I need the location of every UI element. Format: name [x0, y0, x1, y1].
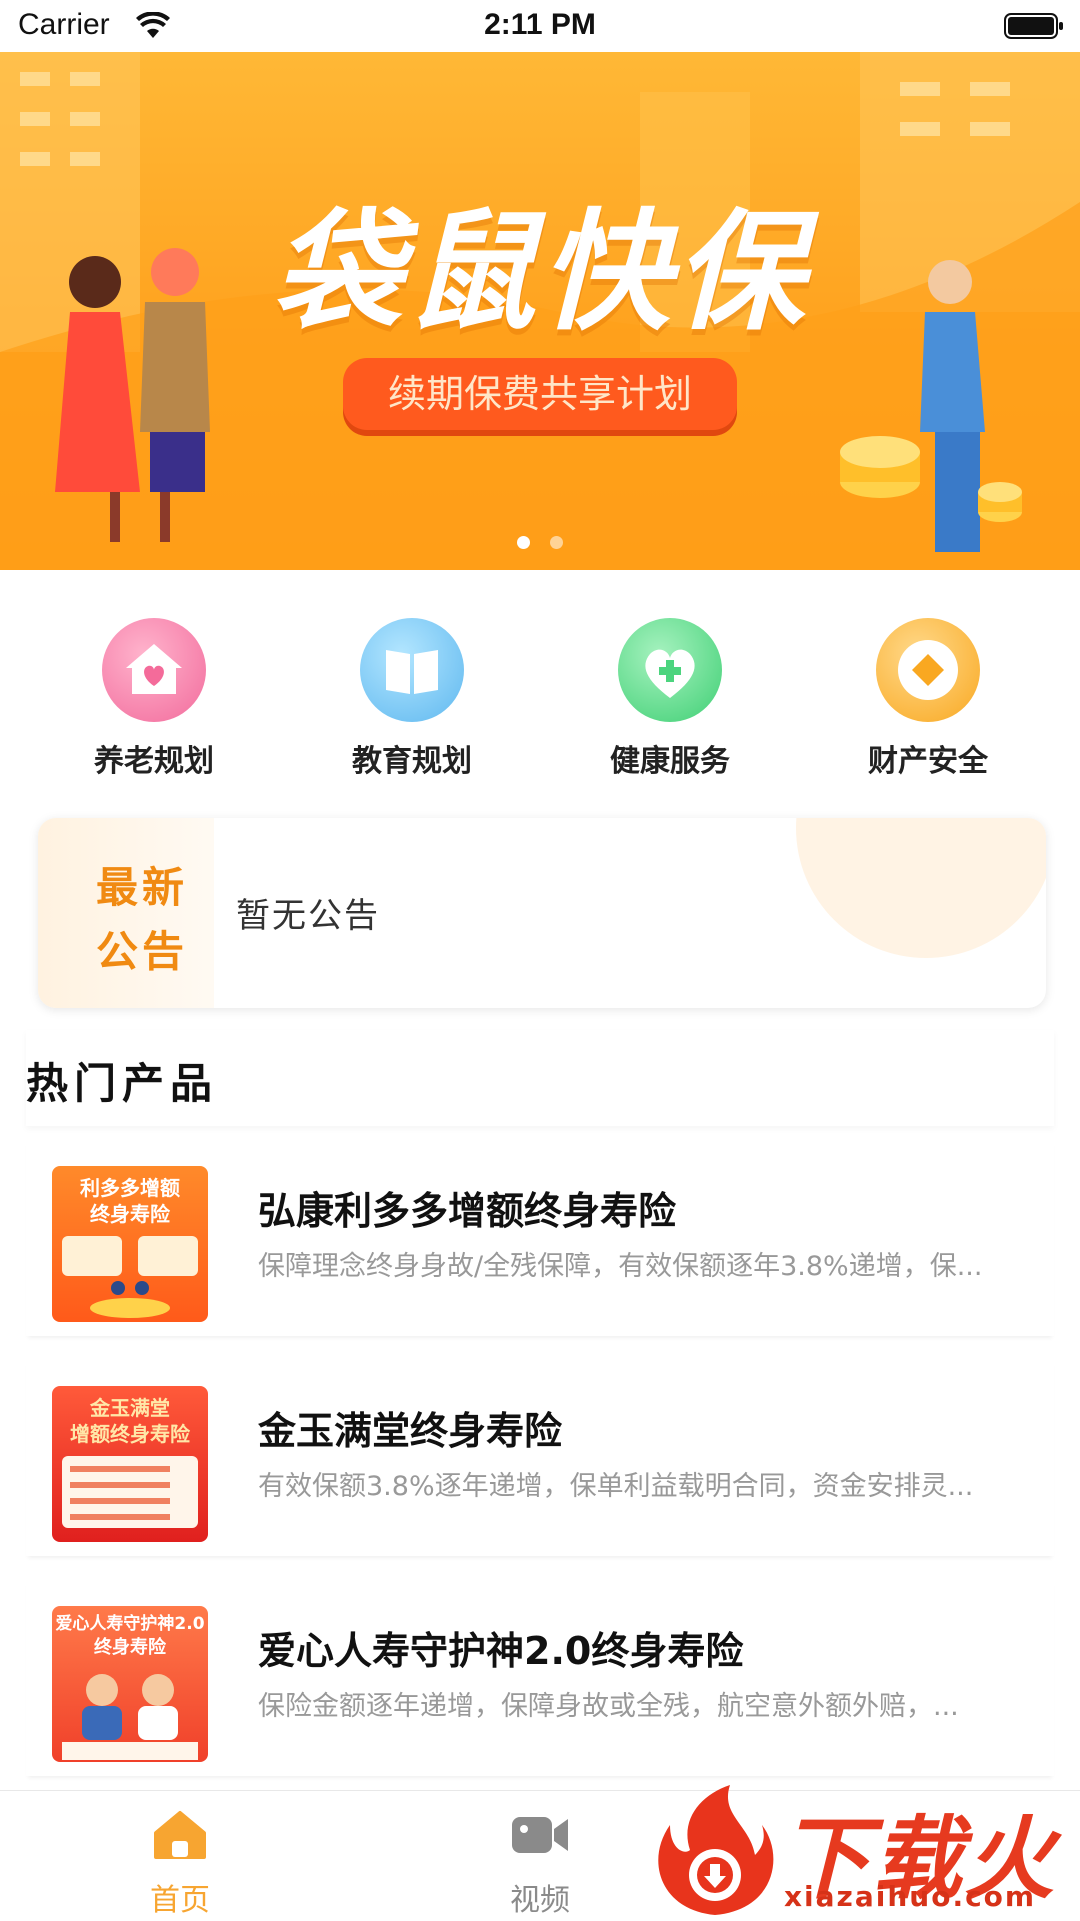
product-description: 保险金额逐年递增，保障身故或全残，航空意外额外赔，... [258, 1691, 959, 1722]
thumbnail-title: 金玉满堂 [90, 1396, 170, 1420]
video-camera-icon [512, 1817, 568, 1853]
thumbnail-subtitle: 增额终身寿险 [70, 1422, 190, 1446]
home-heart-icon [102, 618, 206, 722]
category-label: 教育规划 [352, 744, 472, 779]
category-label: 养老规划 [94, 744, 214, 779]
product-name: 弘康利多多增额终身寿险 [258, 1189, 677, 1233]
home-icon [154, 1811, 206, 1859]
decorative-circle [796, 818, 1046, 958]
banner-page-indicator[interactable] [0, 534, 1080, 553]
page-dot-active[interactable] [517, 536, 531, 549]
heart-plus-icon [618, 618, 722, 722]
product-item[interactable]: 利多多增额 终身寿险 弘康利多多增额终身寿险 保障理念终身身故/全残保障，有效保… [26, 1140, 1054, 1336]
tab-home[interactable]: 首页 [100, 1809, 260, 1919]
tab-video[interactable]: 视频 [460, 1809, 620, 1919]
category-education-planning[interactable]: 教育规划 [312, 618, 512, 780]
thumbnail-title: 爱心人寿守护神2.0 [55, 1614, 205, 1634]
promo-banner[interactable]: 袋鼠快保 续期保费共享计划 [0, 52, 1080, 570]
product-thumbnail: 金玉满堂 增额终身寿险 [52, 1386, 208, 1542]
product-description: 有效保额3.8%逐年递增，保单利益载明合同，资金安排灵... [258, 1471, 974, 1502]
product-item[interactable]: 爱心人寿守护神2.0 终身寿险 爱心人寿守护神2.0终身寿险 保险金额逐年递增，… [26, 1580, 1054, 1776]
tab-label: 视频 [510, 1883, 570, 1918]
thumbnail-subtitle: 终身寿险 [94, 1637, 166, 1658]
page-dot[interactable] [549, 536, 563, 549]
category-label: 财产安全 [868, 744, 988, 779]
book-icon [360, 618, 464, 722]
thumbnail-subtitle: 终身寿险 [90, 1202, 170, 1226]
category-retirement-planning[interactable]: 养老规划 [54, 618, 254, 780]
product-description: 保障理念终身身故/全残保障，有效保额逐年3.8%递增，保... [258, 1251, 983, 1282]
site-watermark: 下载火 xiazaihuo.com [640, 1780, 1080, 1920]
product-thumbnail: 利多多增额 终身寿险 [52, 1166, 208, 1322]
announcement-tag-line2: 公告 [96, 927, 189, 976]
clock: 2:11 PM [484, 8, 596, 41]
category-property-safety[interactable]: 财产安全 [828, 618, 1028, 780]
announcement-tag-line1: 最新 [96, 863, 189, 912]
tab-label: 首页 [150, 1883, 210, 1918]
product-thumbnail: 爱心人寿守护神2.0 终身寿险 [52, 1606, 208, 1762]
flame-logo-icon [658, 1785, 774, 1915]
category-health-service[interactable]: 健康服务 [570, 618, 770, 780]
announcement-card[interactable]: 最新 公告 暂无公告 [38, 818, 1046, 1008]
coin-icon [876, 618, 980, 722]
watermark-url: xiazaihuo.com [784, 1880, 1037, 1913]
thumbnail-title: 利多多增额 [80, 1176, 180, 1200]
product-name: 金玉满堂终身寿险 [258, 1409, 563, 1453]
section-title: 热门产品 [26, 1059, 219, 1108]
announcement-tag: 最新 公告 [38, 818, 214, 1008]
category-grid: 养老规划 教育规划 健康服务 财产安全 [0, 618, 1080, 780]
banner-title: 袋鼠快保 [271, 196, 808, 348]
product-item[interactable]: 金玉满堂 增额终身寿险 金玉满堂终身寿险 有效保额3.8%逐年递增，保单利益载明… [26, 1360, 1054, 1556]
banner-subtitle-pill: 续期保费共享计划 [343, 358, 737, 430]
battery-icon [1004, 13, 1063, 39]
product-name: 爱心人寿守护神2.0终身寿险 [258, 1629, 744, 1673]
category-label: 健康服务 [610, 744, 730, 779]
hot-products-header: 热门产品 [26, 1030, 1054, 1126]
announcement-text: 暂无公告 [236, 896, 380, 936]
status-bar: Carrier 2:11 PM [0, 0, 1080, 52]
